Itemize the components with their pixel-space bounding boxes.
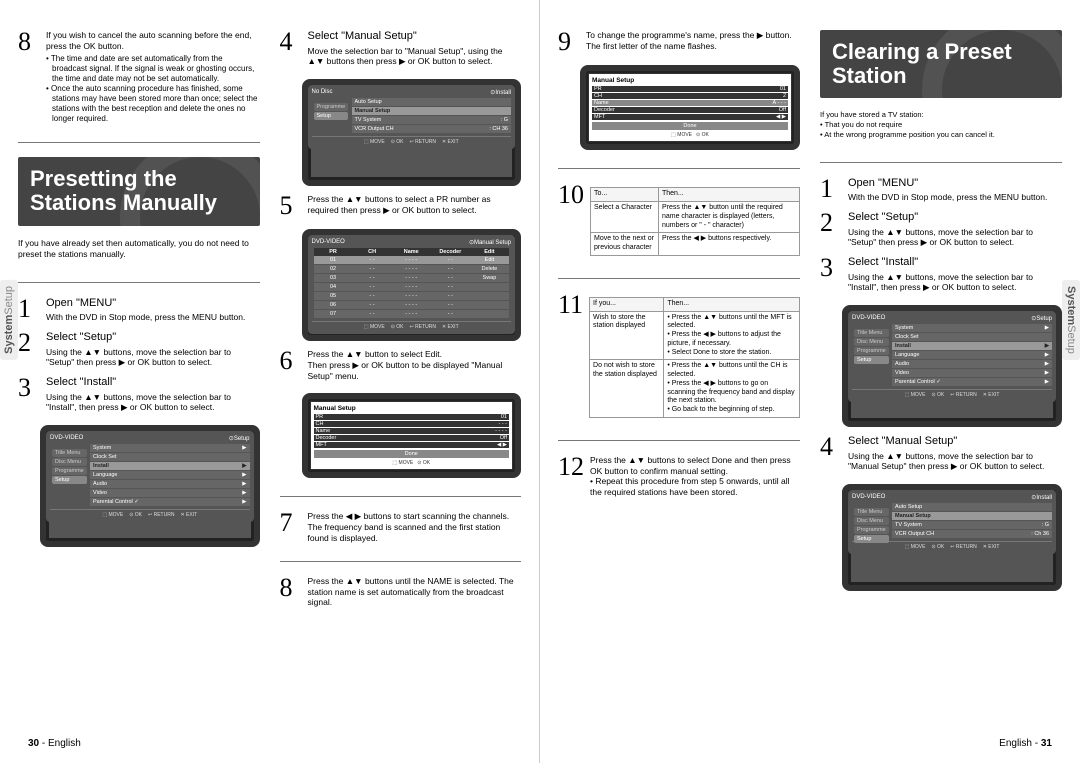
tv-manual-menu: No Disc⊙Install Programme Setup Auto Set… — [302, 79, 522, 186]
step-9: 9 To change the programme's name, press … — [558, 30, 800, 53]
step-c2: 2 Select "Setup" Using the ▲▼ buttons, m… — [820, 211, 1062, 248]
page-30: SystemSetup 8 If you wish to cancel the … — [0, 0, 540, 763]
step-10: 10 To...Then... Select a CharacterPress … — [558, 183, 800, 260]
step-6: 6 Press the ▲▼ button to select Edit. Th… — [280, 349, 522, 381]
side-tab-right: SystemSetup — [1062, 280, 1080, 360]
clearing-intro: If you have stored a TV station: • That … — [820, 110, 1062, 139]
page-31: SystemSetup 9 To change the programme's … — [540, 0, 1080, 763]
tv-ms-box-6: Manual Setup PR01 CH- - - Name- - - - De… — [302, 393, 522, 478]
col-2: 4 Select "Manual Setup" Move the selecti… — [280, 30, 522, 733]
step-1-menu: 1 Open "MENU" With the DVD in Stop mode,… — [18, 297, 260, 323]
tv-ms-box-9: Manual Setup PR01 CH2 NameA - - - Decode… — [580, 65, 800, 150]
side-tab-system-r: System — [1065, 286, 1077, 325]
step-c4: 4 Select "Manual Setup" Using the ▲▼ but… — [820, 435, 1062, 472]
heading-clearing: Clearing a Preset Station — [820, 30, 1062, 98]
step-5: 5 Press the ▲▼ buttons to select a PR nu… — [280, 194, 522, 217]
step-11: 11 If you...Then... Wish to store the st… — [558, 293, 800, 422]
page-num-left: 30 - English — [28, 738, 81, 749]
step-8b: 8 Press the ▲▼ buttons until the NAME is… — [280, 576, 522, 608]
table-11: If you...Then... Wish to store the stati… — [589, 297, 800, 418]
step-8-auto: 8 If you wish to cancel the auto scannin… — [18, 30, 260, 124]
col-4: Clearing a Preset Station If you have st… — [820, 30, 1062, 733]
side-tab-left: SystemSetup — [0, 280, 18, 360]
step-12: 12 Press the ▲▼ buttons to select Done a… — [558, 455, 800, 498]
tv-install-menu-r: DVD-VIDEO⊙Setup Title Menu Disc Menu Pro… — [842, 305, 1062, 427]
presetting-intro: If you have already set then automatical… — [18, 238, 260, 260]
step-2-setup: 2 Select "Setup" Using the ▲▼ buttons, m… — [18, 331, 260, 368]
table-10: To...Then... Select a CharacterPress the… — [590, 187, 800, 256]
col-1: 8 If you wish to cancel the auto scannin… — [18, 30, 260, 733]
tv-pr-grid: DVD-VIDEO⊙Manual Setup PR CH Name Decode… — [302, 229, 522, 341]
heading-presetting: Presetting the Stations Manually — [18, 157, 260, 225]
step-3-install: 3 Select "Install" Using the ▲▼ buttons,… — [18, 376, 260, 413]
col-3: 9 To change the programme's name, press … — [558, 30, 800, 733]
tv-install-menu: DVD-VIDEO⊙Setup Title Menu Disc Menu Pro… — [40, 425, 260, 547]
side-tab-setup: Setup — [3, 286, 15, 315]
side-tab-system: System — [3, 315, 15, 354]
step-7: 7 Press the ◀ ▶ buttons to start scannin… — [280, 511, 522, 543]
page-num-right: English - 31 — [999, 738, 1052, 749]
step-4-manual: 4 Select "Manual Setup" Move the selecti… — [280, 30, 522, 67]
side-tab-setup-r: Setup — [1065, 325, 1077, 354]
step-c3: 3 Select "Install" Using the ▲▼ buttons,… — [820, 256, 1062, 293]
tv-manual-menu-r: DVD-VIDEO⊙Install Title Menu Disc Menu P… — [842, 484, 1062, 591]
step-c1: 1 Open "MENU" With the DVD in Stop mode,… — [820, 177, 1062, 203]
